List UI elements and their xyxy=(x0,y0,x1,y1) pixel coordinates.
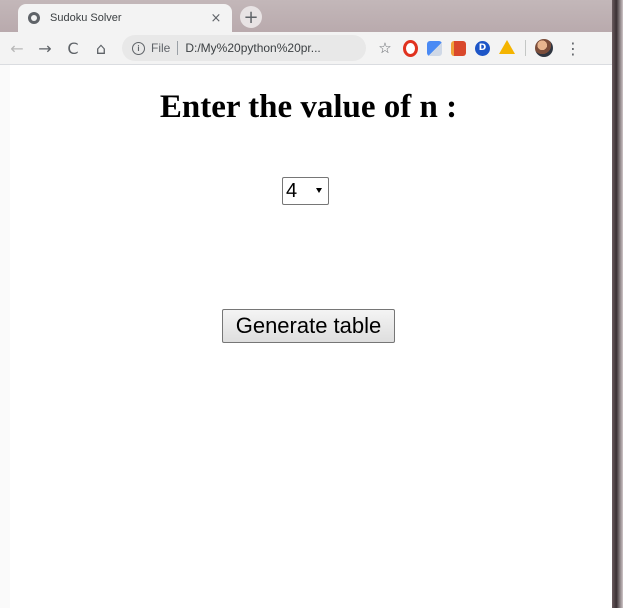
menu-icon[interactable]: ⋮ xyxy=(565,39,581,58)
title-bar: Sudoku Solver × + xyxy=(0,0,612,32)
window-edge xyxy=(612,0,623,608)
chevron-down-icon xyxy=(316,188,322,193)
globe-icon xyxy=(28,12,40,24)
address-bar[interactable]: i File D:/My%20python%20pr... xyxy=(122,35,366,61)
n-select[interactable]: 4 xyxy=(282,177,329,205)
tab-title: Sudoku Solver xyxy=(50,12,122,24)
page-viewport: Enter the value of n : 4 Generate table xyxy=(10,65,607,608)
browser-toolbar: ← → C ⌂ i File D:/My%20python%20pr... ☆ … xyxy=(0,32,612,65)
close-tab-icon[interactable]: × xyxy=(208,10,224,26)
toolbar-divider xyxy=(525,40,526,56)
url-text: D:/My%20python%20pr... xyxy=(185,41,321,55)
page-title: Enter the value of n : xyxy=(159,89,458,125)
n-select-value: 4 xyxy=(286,180,298,202)
url-scheme: File xyxy=(151,41,171,55)
generate-table-button[interactable]: Generate table xyxy=(222,309,395,343)
browser-window: Sudoku Solver × + ← → C ⌂ i File D:/My%2… xyxy=(0,0,612,608)
url-separator xyxy=(177,41,179,55)
bookmark-star-icon[interactable]: ☆ xyxy=(376,39,394,57)
opera-icon[interactable] xyxy=(403,39,418,57)
home-icon[interactable]: ⌂ xyxy=(90,37,112,59)
new-tab-button[interactable]: + xyxy=(240,6,262,28)
tab-sudoku-solver[interactable]: Sudoku Solver × xyxy=(18,4,232,32)
forward-icon[interactable]: → xyxy=(34,37,56,59)
back-icon[interactable]: ← xyxy=(6,37,28,59)
book-icon[interactable] xyxy=(451,40,466,56)
reload-icon[interactable]: C xyxy=(62,37,84,59)
drive-icon[interactable] xyxy=(499,40,515,54)
avatar[interactable] xyxy=(535,39,553,57)
info-icon[interactable]: i xyxy=(132,41,145,55)
page-left-margin xyxy=(0,65,10,608)
translate-icon[interactable] xyxy=(427,40,442,56)
dmark-icon[interactable]: D xyxy=(475,40,490,56)
